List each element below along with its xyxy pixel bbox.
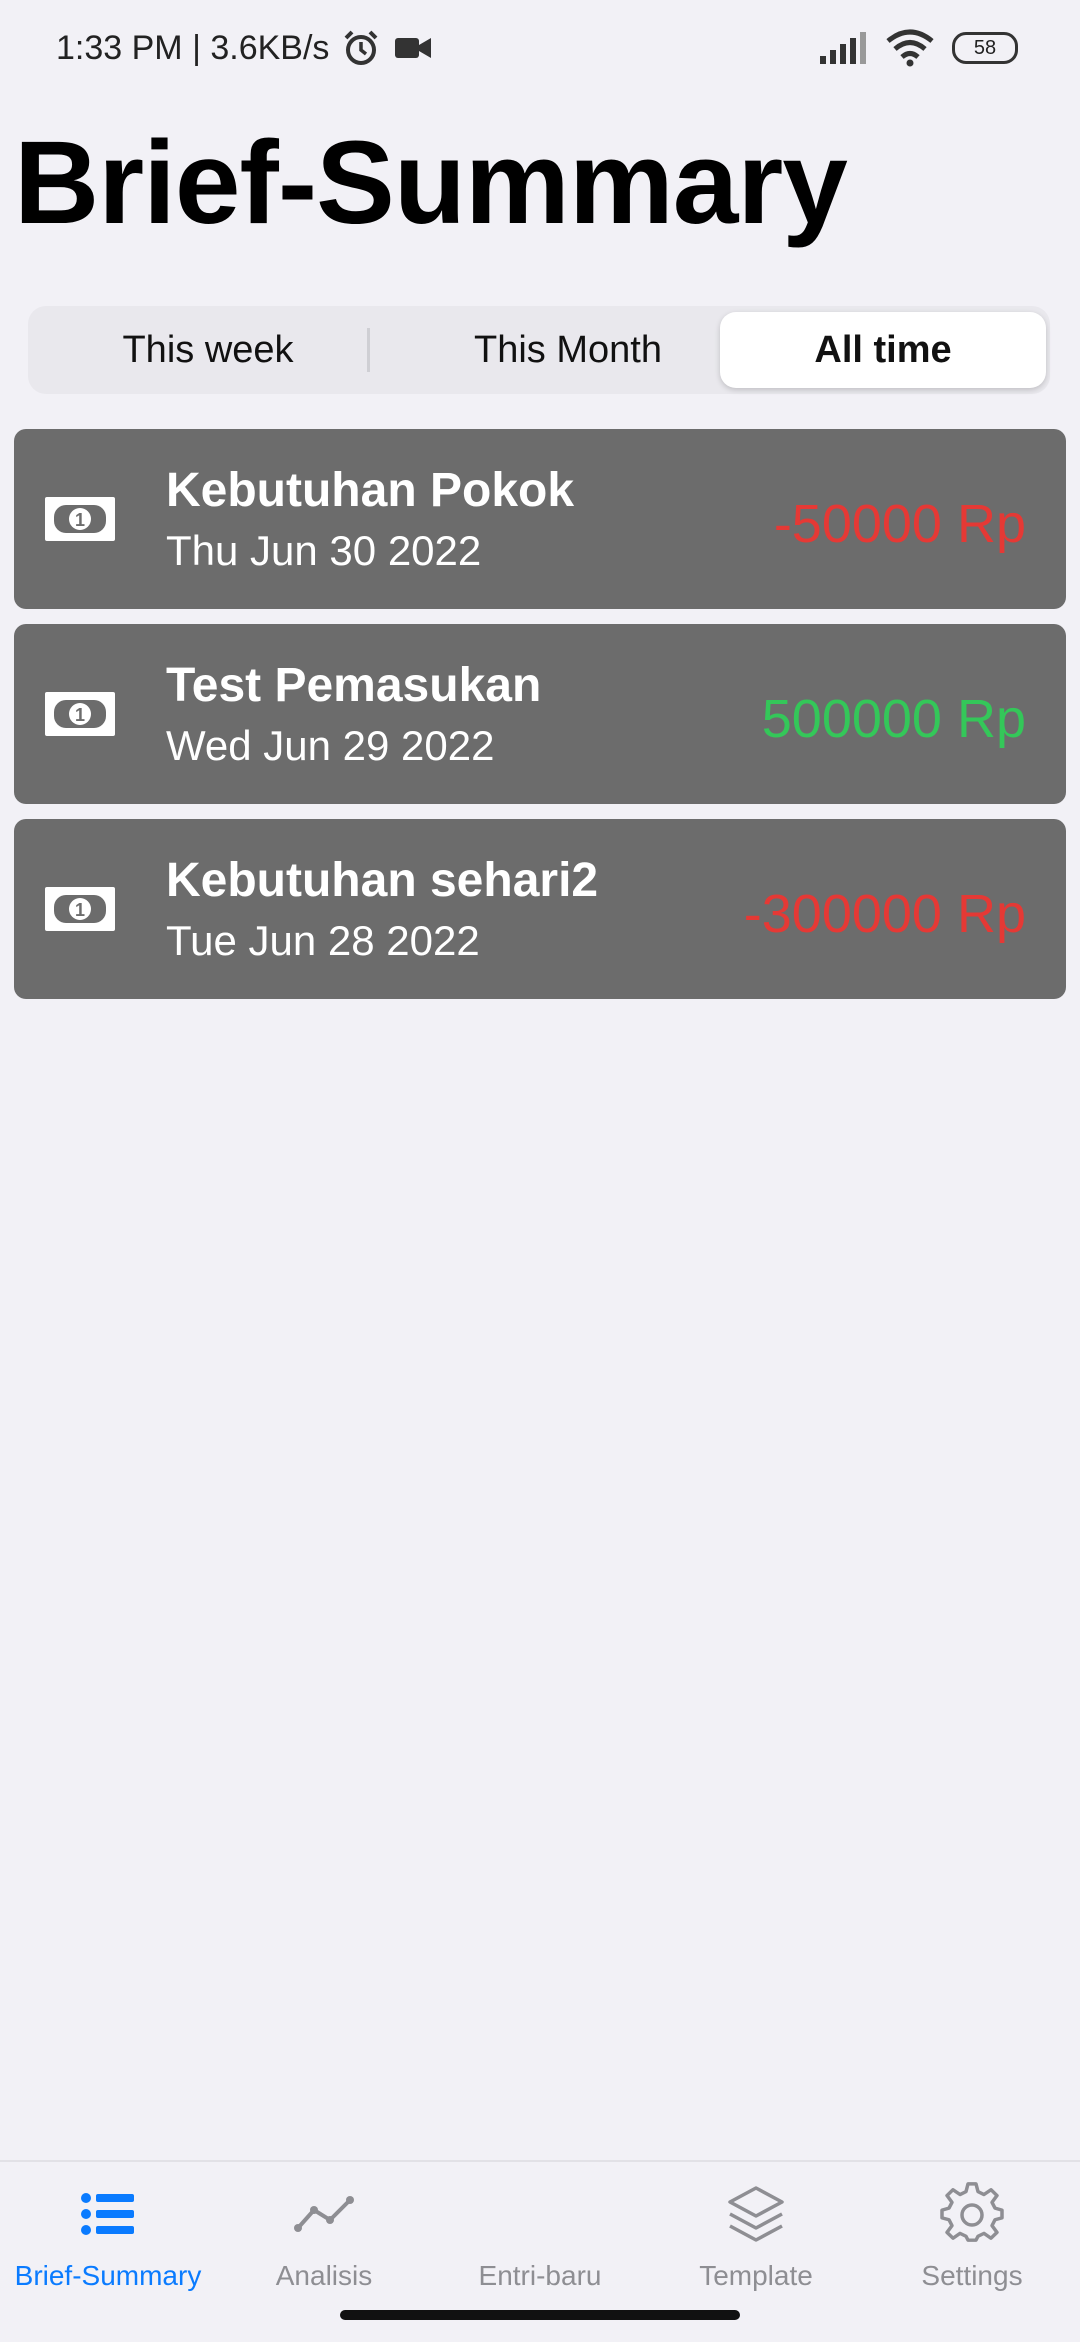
transaction-date: Thu Jun 30 2022 [166, 527, 482, 574]
transaction-title: Test Pemasukan [166, 659, 542, 712]
tab-settings[interactable]: Settings [864, 2182, 1080, 2302]
battery-indicator: 58 [952, 32, 1018, 64]
layers-icon [728, 2186, 784, 2242]
page-title: Brief-Summary [14, 117, 848, 249]
tab-label: Entri-baru [478, 2260, 602, 2291]
tab-label: Brief-Summary [14, 2260, 202, 2291]
svg-text:1: 1 [75, 900, 85, 920]
tab-label: Template [699, 2260, 813, 2291]
gear-icon [940, 2182, 1004, 2242]
period-segmented-control: This week This Month All time [28, 306, 1050, 394]
tab-entri-baru[interactable]: Entri-baru [432, 2182, 648, 2302]
svg-text:1: 1 [75, 705, 85, 725]
transaction-row[interactable]: 1 Test Pemasukan Wed Jun 29 2022 500000 … [14, 624, 1066, 804]
transaction-row[interactable]: 1 Kebutuhan sehari2 Tue Jun 28 2022 -300… [14, 819, 1066, 999]
home-indicator[interactable] [340, 2310, 740, 2320]
list-icon [81, 2193, 134, 2235]
money-bill-icon: 1 [45, 497, 115, 541]
segment-divider [367, 328, 370, 372]
segment-this-week[interactable]: This week [38, 312, 378, 388]
status-time-speed: 1:33 PM | 3.6KB/s [56, 28, 330, 67]
status-bar: 1:33 PM | 3.6KB/s 58 [0, 0, 1080, 96]
transaction-row[interactable]: 1 Kebutuhan Pokok Thu Jun 30 2022 -50000… [14, 429, 1066, 609]
video-camera-icon [395, 38, 432, 58]
transaction-title: Kebutuhan Pokok [166, 464, 575, 517]
alarm-icon [345, 30, 378, 65]
chart-line-icon [294, 2196, 354, 2232]
wifi-icon [886, 29, 934, 67]
transaction-title: Kebutuhan sehari2 [166, 854, 599, 907]
transaction-amount: -50000 Rp [773, 494, 1026, 554]
segment-all-time[interactable]: All time [720, 312, 1046, 388]
transaction-date: Wed Jun 29 2022 [166, 722, 495, 769]
tab-label: Analisis [275, 2260, 373, 2291]
segment-this-month[interactable]: This Month [398, 312, 738, 388]
tab-analisis[interactable]: Analisis [216, 2182, 432, 2302]
tab-template[interactable]: Template [648, 2182, 864, 2302]
transaction-amount: 500000 Rp [761, 689, 1026, 749]
svg-text:1: 1 [75, 510, 85, 530]
transaction-date: Tue Jun 28 2022 [166, 917, 480, 964]
tab-label: Settings [921, 2260, 1023, 2291]
transaction-amount: -300000 Rp [743, 884, 1026, 944]
money-bill-icon: 1 [45, 887, 115, 931]
tab-brief-summary[interactable]: Brief-Summary [0, 2182, 216, 2302]
signal-icon [820, 32, 866, 64]
money-bill-icon: 1 [45, 692, 115, 736]
